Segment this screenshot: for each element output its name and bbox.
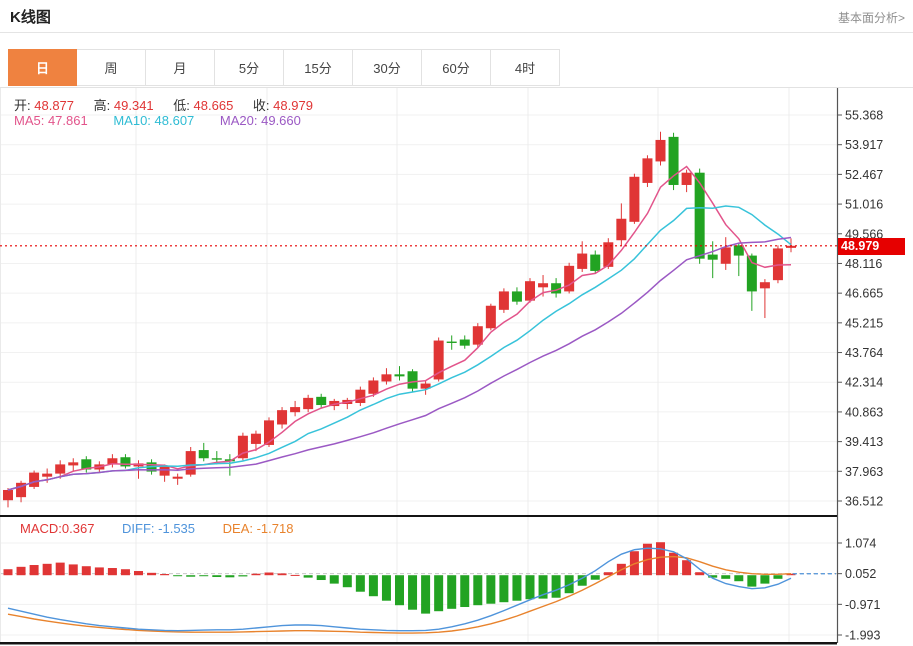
tab-interval-1[interactable]: 周 xyxy=(77,49,146,86)
svg-text:-0.971: -0.971 xyxy=(845,598,880,612)
svg-text:45.215: 45.215 xyxy=(845,316,883,330)
tab-interval-5[interactable]: 30分 xyxy=(353,49,422,86)
svg-text:46.665: 46.665 xyxy=(845,287,883,301)
svg-text:53.917: 53.917 xyxy=(845,138,883,152)
macd-value: MACD:0.367 xyxy=(20,521,94,536)
tab-interval-4[interactable]: 15分 xyxy=(284,49,353,86)
header-divider xyxy=(0,32,913,33)
svg-text:52.467: 52.467 xyxy=(845,168,883,182)
svg-text:51.016: 51.016 xyxy=(845,198,883,212)
close-value: 48.979 xyxy=(273,98,313,113)
diff-value: DIFF: -1.535 xyxy=(122,521,195,536)
ma-readout: MA5: 47.861 MA10: 48.607 MA20: 49.660 xyxy=(14,113,301,128)
macd-readout: MACD:0.367 DIFF: -1.535 DEA: -1.718 xyxy=(20,521,293,536)
tab-interval-6[interactable]: 60分 xyxy=(422,49,491,86)
svg-text:43.764: 43.764 xyxy=(845,346,883,360)
high-label: 高: xyxy=(94,98,111,113)
tab-interval-2[interactable]: 月 xyxy=(146,49,215,86)
last-price-badge: 48.979 xyxy=(838,238,905,255)
ma20-line xyxy=(8,238,791,491)
high-value: 49.341 xyxy=(114,98,154,113)
ma5-value: MA5: 47.861 xyxy=(14,113,88,128)
tab-interval-0[interactable]: 日 xyxy=(8,49,77,86)
svg-text:1.074: 1.074 xyxy=(845,537,876,551)
open-label: 开: xyxy=(14,98,31,113)
price-axis: 55.36853.91752.46751.01649.56648.11646.6… xyxy=(837,88,883,643)
kline-page: 55.36853.91752.46751.01649.56648.11646.6… xyxy=(0,0,913,646)
ma10-value: MA10: 48.607 xyxy=(113,113,194,128)
low-label: 低: xyxy=(173,98,190,113)
ma20-value: MA20: 49.660 xyxy=(220,113,301,128)
gridlines xyxy=(1,88,838,643)
svg-text:37.963: 37.963 xyxy=(845,465,883,479)
dea-value: DEA: -1.718 xyxy=(223,521,294,536)
ma10-line xyxy=(8,206,791,490)
svg-text:42.314: 42.314 xyxy=(845,376,883,390)
svg-text:-1.993: -1.993 xyxy=(845,629,880,643)
close-label: 收: xyxy=(253,98,270,113)
interval-tabs: 日周月5分15分30分60分4时 xyxy=(8,49,560,87)
macd-panel xyxy=(1,542,837,633)
tab-interval-3[interactable]: 5分 xyxy=(215,49,284,86)
open-value: 48.877 xyxy=(34,98,74,113)
tab-bar: 日周月5分15分30分60分4时 xyxy=(0,50,913,88)
low-value: 48.665 xyxy=(194,98,234,113)
svg-text:36.512: 36.512 xyxy=(845,495,883,509)
svg-text:39.413: 39.413 xyxy=(845,435,883,449)
svg-text:55.368: 55.368 xyxy=(845,109,883,123)
svg-text:40.863: 40.863 xyxy=(845,405,883,419)
fundamental-analysis-link[interactable]: 基本面分析> xyxy=(838,9,905,26)
svg-text:48.116: 48.116 xyxy=(845,257,882,271)
ohlc-readout: 开: 48.877 高: 49.341 低: 48.665 收: 48.979 xyxy=(14,95,329,114)
candlestick-series xyxy=(3,132,796,508)
page-title: K线图 xyxy=(10,6,51,27)
tab-interval-7[interactable]: 4时 xyxy=(491,49,560,86)
svg-text:0.052: 0.052 xyxy=(845,567,876,581)
